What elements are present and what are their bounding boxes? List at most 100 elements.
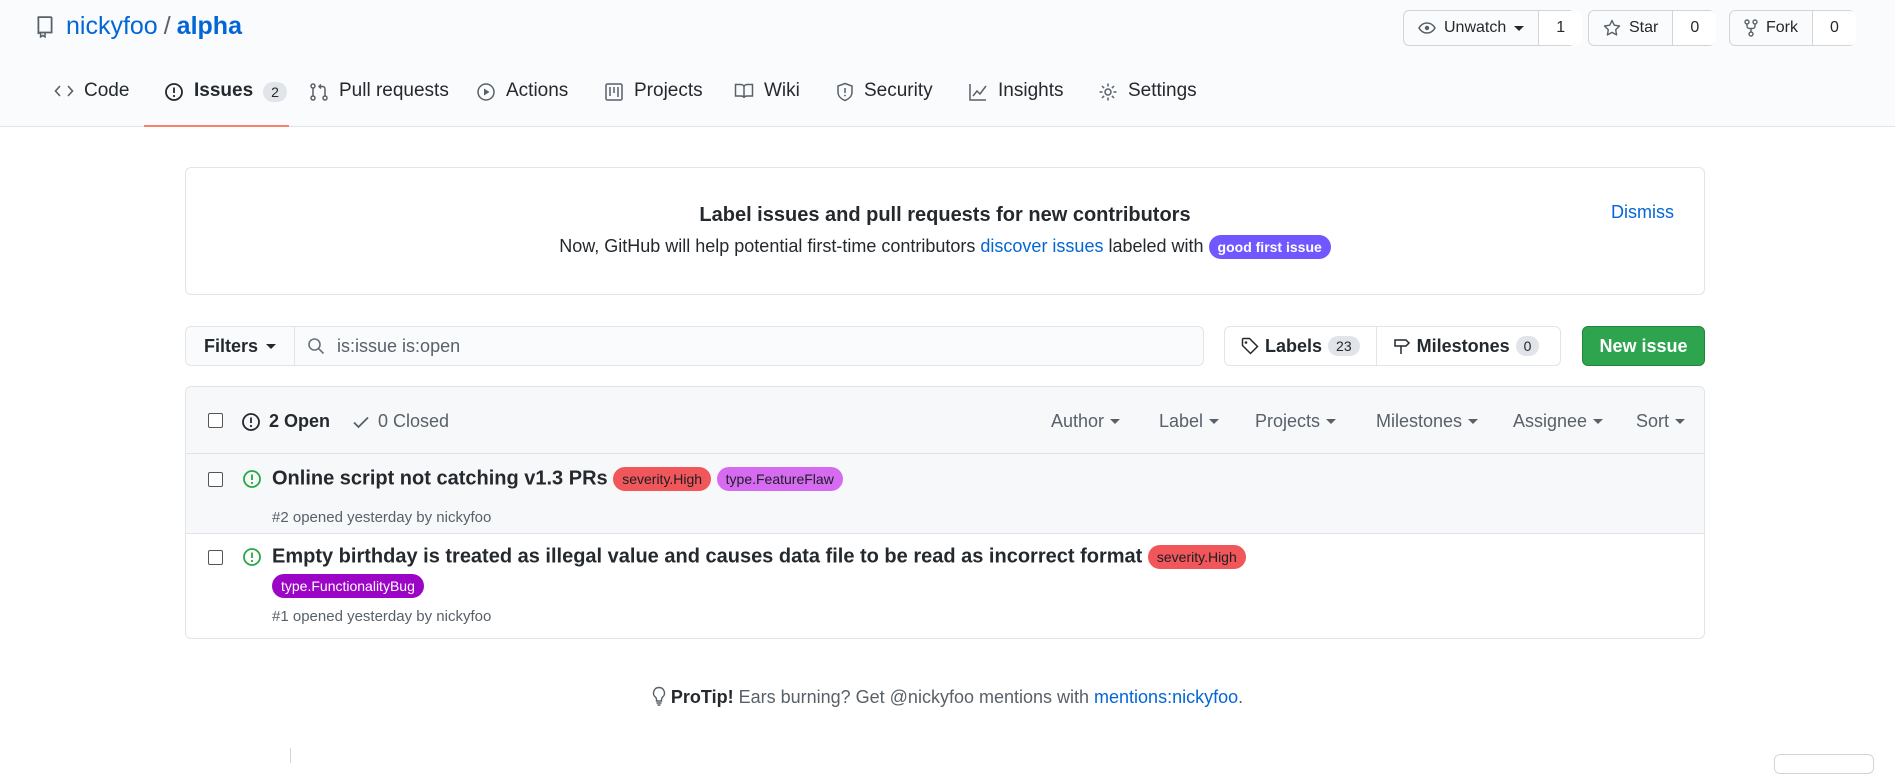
labels-milestones-group: Labels 23 Milestones 0	[1224, 326, 1561, 366]
tab-label: Projects	[634, 80, 703, 101]
issue-title-row: Empty birthday is treated as illegal val…	[272, 545, 1246, 569]
chevron-down-icon	[1468, 419, 1479, 424]
tab-label: Actions	[506, 80, 569, 101]
milestones-button[interactable]: Milestones 0	[1375, 327, 1556, 365]
tab-label: Code	[84, 80, 130, 101]
banner-text-after: labeled with	[1108, 235, 1204, 256]
chevron-down-icon	[1326, 419, 1337, 424]
milestones-filter[interactable]: Milestones	[1376, 411, 1479, 432]
issue-meta: #2 opened yesterday by nickyfoo	[272, 509, 492, 526]
watchers-count[interactable]: 1	[1538, 11, 1583, 45]
star-icon	[1603, 19, 1621, 36]
issue-open-icon	[243, 470, 261, 488]
projects-filter[interactable]: Projects	[1255, 411, 1337, 432]
issue-label[interactable]: severity.High	[1147, 545, 1246, 569]
stargazers-count[interactable]: 0	[1672, 11, 1717, 45]
tab-label: Insights	[998, 80, 1064, 101]
protip-end: .	[1238, 687, 1244, 707]
open-issues-filter[interactable]: 2 Open	[269, 411, 330, 432]
tab-label: Pull requests	[339, 80, 449, 101]
label-filter[interactable]: Label	[1159, 411, 1220, 432]
chevron-down-icon	[1110, 419, 1121, 424]
issue-label-row: type.FunctionalityBug	[272, 574, 424, 598]
footer-button[interactable]	[1774, 754, 1874, 774]
chevron-down-icon	[266, 343, 277, 349]
tab-settings[interactable]: Settings	[1098, 80, 1197, 127]
issues-counter: 2	[263, 82, 287, 102]
label-filter-label: Label	[1159, 411, 1204, 431]
unwatch-label: Unwatch	[1444, 19, 1507, 36]
forks-count[interactable]: 0	[1812, 11, 1856, 45]
sort-filter[interactable]: Sort	[1636, 411, 1686, 432]
tab-insights[interactable]: Insights	[968, 80, 1063, 127]
issue-label[interactable]: severity.High	[613, 467, 712, 491]
assignee-filter-label: Assignee	[1513, 411, 1588, 431]
fork-label: Fork	[1766, 19, 1798, 36]
issues-list-header: 2 Open 0 Closed Author Label Projects Mi…	[186, 387, 1704, 454]
search-icon	[308, 338, 325, 355]
star-button[interactable]: Star	[1589, 11, 1672, 45]
good-first-issue-label[interactable]: good first issue	[1208, 235, 1331, 259]
issue-checkbox[interactable]	[208, 472, 223, 487]
issue-checkbox[interactable]	[208, 550, 223, 565]
fork-button-group: Fork 0	[1729, 10, 1856, 46]
chevron-down-icon	[1593, 419, 1604, 424]
mentions-link[interactable]: mentions:nickyfoo	[1094, 687, 1238, 707]
milestones-filter-label: Milestones	[1376, 411, 1463, 431]
book-icon	[734, 83, 754, 99]
closed-issues-filter[interactable]: 0 Closed	[378, 411, 449, 432]
dismiss-button[interactable]: Dismiss	[1611, 202, 1674, 223]
issue-title-row: Online script not catching v1.3 PRs seve…	[272, 467, 843, 491]
issue-meta: #1 opened yesterday by nickyfoo	[272, 608, 492, 625]
repo-name-link[interactable]: alpha	[177, 12, 242, 40]
issue-row: Online script not catching v1.3 PRs seve…	[186, 454, 1704, 534]
tab-pull-requests[interactable]: Pull requests	[309, 80, 449, 127]
play-icon	[477, 83, 495, 101]
issue-opened-icon	[242, 412, 260, 431]
search-input[interactable]	[337, 335, 1191, 357]
tab-wiki[interactable]: Wiki	[734, 80, 800, 127]
tab-issues[interactable]: Issues 2	[144, 80, 289, 127]
issue-title-link[interactable]: Online script not catching v1.3 PRs	[272, 467, 608, 489]
tab-security[interactable]: Security	[836, 80, 933, 127]
tab-projects[interactable]: Projects	[604, 80, 703, 127]
repo-title: nickyfoo / alpha	[66, 12, 242, 41]
projects-filter-label: Projects	[1255, 411, 1321, 431]
banner-title: Label issues and pull requests for new c…	[699, 204, 1191, 226]
star-button-group: Star 0	[1588, 10, 1717, 46]
tab-code[interactable]: Code	[54, 80, 129, 127]
milestone-icon	[1393, 339, 1410, 354]
labels-counter: 23	[1328, 336, 1360, 356]
pull-request-icon	[310, 83, 328, 101]
issue-label[interactable]: type.FeatureFlaw	[716, 467, 843, 491]
fork-button[interactable]: Fork	[1730, 11, 1812, 45]
assignee-filter[interactable]: Assignee	[1513, 411, 1604, 432]
new-issue-button[interactable]: New issue	[1582, 326, 1705, 366]
filters-button[interactable]: Filters	[186, 327, 296, 365]
tab-actions[interactable]: Actions	[476, 80, 568, 127]
issues-filter-bar: Filters	[185, 326, 1204, 366]
repo-owner-link[interactable]: nickyfoo	[66, 12, 158, 40]
issue-open-icon	[243, 548, 261, 566]
tab-label: Settings	[1128, 80, 1197, 101]
tab-label: Wiki	[764, 80, 800, 101]
unwatch-button[interactable]: Unwatch	[1404, 11, 1538, 45]
code-icon	[54, 85, 74, 97]
select-all-checkbox[interactable]	[208, 413, 223, 428]
labels-button[interactable]: Labels 23	[1225, 327, 1376, 365]
star-label: Star	[1629, 19, 1659, 36]
issue-title-link[interactable]: Empty birthday is treated as illegal val…	[272, 545, 1142, 567]
author-filter[interactable]: Author	[1051, 411, 1121, 432]
repo-separator: /	[163, 12, 171, 40]
new-contributors-banner: Label issues and pull requests for new c…	[185, 167, 1705, 295]
issue-label[interactable]: type.FunctionalityBug	[272, 574, 424, 598]
light-bulb-icon	[652, 686, 665, 706]
chevron-down-icon	[1209, 419, 1220, 424]
discover-issues-link[interactable]: discover issues	[980, 236, 1103, 256]
banner-text-before: Now, GitHub will help potential first-ti…	[559, 235, 976, 256]
issue-row: Empty birthday is treated as illegal val…	[186, 534, 1704, 638]
protip-heading: ProTip!	[670, 687, 734, 707]
protip: ProTip! Ears burning? Get @nickyfoo ment…	[0, 686, 1895, 708]
shield-icon	[837, 82, 853, 102]
graph-icon	[969, 84, 987, 101]
